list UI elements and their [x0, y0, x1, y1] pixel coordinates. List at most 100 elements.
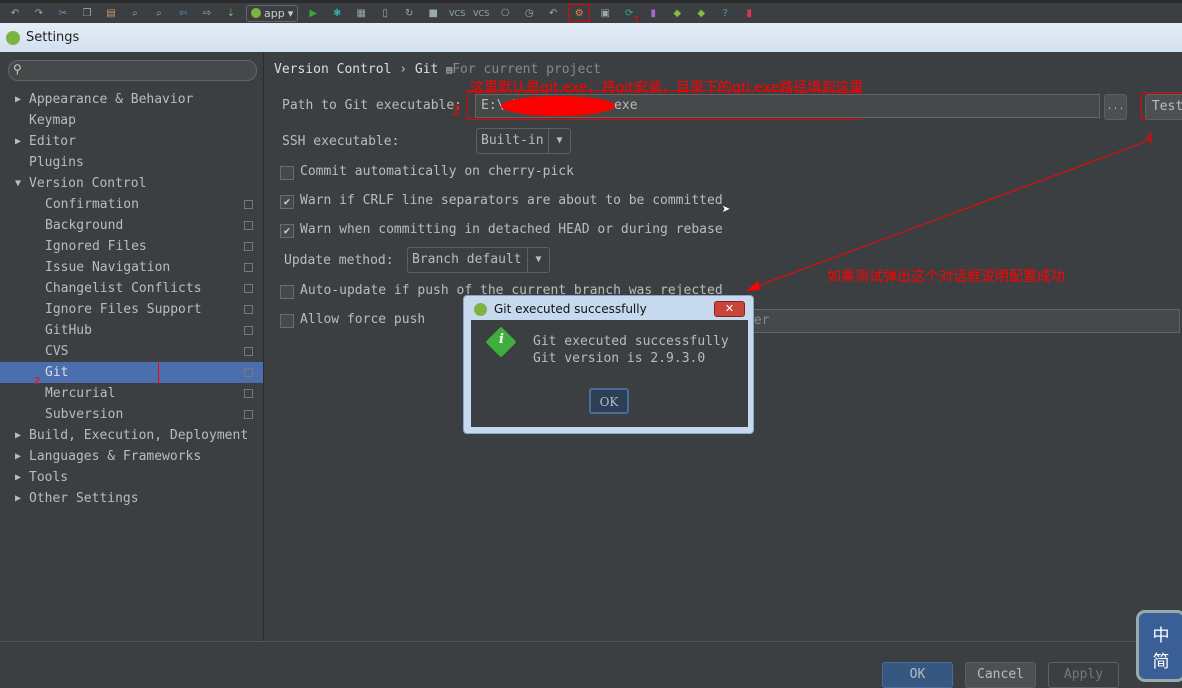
vcs-commit-icon[interactable]: VCS: [472, 5, 490, 21]
sidebar-item-confirmation[interactable]: Confirmation: [0, 194, 263, 215]
sidebar-item-languages-frameworks[interactable]: ▶ Languages & Frameworks: [0, 446, 263, 467]
run-config-select[interactable]: app ▾: [246, 4, 299, 22]
undo-icon[interactable]: ↶: [6, 5, 24, 21]
revert-icon[interactable]: ↶: [544, 5, 562, 21]
sidebar-item-subversion[interactable]: Subversion: [0, 404, 263, 425]
sidebar-item-ignored-files[interactable]: Ignored Files: [0, 236, 263, 257]
browse-button[interactable]: ...: [1104, 94, 1127, 120]
sidebar-item-other-settings[interactable]: ▶ Other Settings: [0, 488, 263, 509]
sidebar-item-label: Changelist Conflicts: [45, 281, 202, 296]
option-label: Allow force push: [300, 312, 426, 327]
sidebar-item-label: Subversion: [45, 407, 124, 422]
protected-branches-input[interactable]: ter: [740, 309, 1180, 333]
apply-button[interactable]: Apply: [1048, 662, 1119, 688]
success-annotation: 如果测试弹出这个对话框说明配置成功: [827, 269, 1065, 285]
ok-button[interactable]: OK: [882, 662, 953, 688]
dialog-close-button[interactable]: ✕: [714, 301, 745, 317]
sidebar-item-changelist-conflicts[interactable]: Changelist Conflicts: [0, 278, 263, 299]
sidebar-item-github[interactable]: GitHub: [0, 320, 263, 341]
settings-search-input[interactable]: ⚲: [8, 60, 257, 81]
sidebar-item-label: Languages & Frameworks: [29, 449, 202, 464]
sidebar-item-build-execution-deployment[interactable]: ▶ Build, Execution, Deployment: [0, 425, 263, 446]
checkbox[interactable]: ✔: [280, 224, 294, 238]
sidebar-item-keymap[interactable]: Keymap: [0, 110, 263, 131]
project-structure-icon[interactable]: ▣: [596, 5, 614, 21]
project-scope-icon: [244, 221, 253, 230]
settings-icon[interactable]: ⚙: [568, 4, 591, 22]
sidebar-item-label: CVS: [45, 344, 69, 359]
sidebar-item-issue-navigation[interactable]: Issue Navigation: [0, 257, 263, 278]
project-scope-icon: [244, 200, 253, 209]
coverage-icon[interactable]: ▦: [352, 5, 370, 21]
rerun-icon[interactable]: ↻: [400, 5, 418, 21]
breadcrumb: Version Control › Git ▤For current proje…: [274, 62, 601, 77]
checkbox[interactable]: [280, 285, 294, 299]
device-icon[interactable]: ▮: [740, 5, 758, 21]
chevron-right-icon: ▶: [15, 94, 22, 105]
annotation-2: 2: [34, 376, 41, 387]
vcs-compare-icon[interactable]: ⎔: [496, 5, 514, 21]
project-scope-icon: [244, 368, 253, 377]
mouse-cursor-icon: ➤: [722, 202, 731, 218]
ime-indicator[interactable]: 中简: [1136, 610, 1182, 682]
copy-icon[interactable]: ❐: [78, 5, 96, 21]
replace-icon[interactable]: ⌕: [150, 5, 168, 21]
update-method-select[interactable]: Branch default ▼: [407, 247, 550, 273]
help-icon[interactable]: ?: [716, 5, 734, 21]
project-scope-icon: [244, 410, 253, 419]
android-monitor-icon[interactable]: ◆: [692, 5, 710, 21]
breadcrumb-parent[interactable]: Version Control: [274, 62, 391, 77]
ssh-select[interactable]: Built-in ▼: [476, 128, 571, 154]
sidebar-item-ignore-files-support[interactable]: Ignore Files Support: [0, 299, 263, 320]
sidebar-item-label: Mercurial: [45, 386, 116, 401]
cut-icon[interactable]: ✂: [54, 5, 72, 21]
test-button[interactable]: Test: [1145, 94, 1182, 120]
debug-icon[interactable]: ✱: [328, 5, 346, 21]
run-icon[interactable]: ▶: [304, 5, 322, 21]
redaction-mark: [501, 96, 615, 116]
checkbox[interactable]: [280, 314, 294, 328]
checkbox[interactable]: ✔: [280, 195, 294, 209]
sidebar-item-label: Confirmation: [45, 197, 139, 212]
sdk-manager-icon[interactable]: ◆: [668, 5, 686, 21]
make-icon[interactable]: ⇣: [222, 5, 240, 21]
attach-icon[interactable]: ▯: [376, 5, 394, 21]
forward-icon[interactable]: ⇨: [198, 5, 216, 21]
sidebar-item-label: Git: [45, 365, 69, 380]
cancel-button[interactable]: Cancel: [965, 662, 1036, 688]
sidebar-item-appearance-behavior[interactable]: ▶ Appearance & Behavior: [0, 89, 263, 110]
sidebar-item-version-control[interactable]: ▼ Version Control: [0, 173, 263, 194]
sidebar-item-background[interactable]: Background: [0, 215, 263, 236]
sidebar-item-editor[interactable]: ▶ Editor: [0, 131, 263, 152]
back-icon[interactable]: ⇦: [174, 5, 192, 21]
sidebar-item-label: Issue Navigation: [45, 260, 171, 275]
project-scope-icon: [244, 284, 253, 293]
sidebar-item-cvs[interactable]: CVS: [0, 341, 263, 362]
vcs-update-icon[interactable]: VCS: [448, 5, 466, 21]
sidebar-item-label: Plugins: [29, 155, 84, 170]
sidebar-item-label: Appearance & Behavior: [29, 92, 194, 107]
stop-icon[interactable]: ■: [424, 5, 442, 21]
update-method-label: Update method:: [284, 253, 394, 268]
checkbox[interactable]: [280, 166, 294, 180]
dialog-ok-button[interactable]: OK: [589, 388, 629, 414]
git-success-dialog: Git executed successfully ✕ i Git execut…: [463, 295, 754, 434]
annotation-3: 3: [452, 104, 461, 119]
main-toolbar: ↶ ↷ ✂ ❐ ▤ ⌕ ⌕ ⇦ ⇨ ⇣ app ▾ ▶ ✱ ▦ ▯ ↻ ■ VCS…: [0, 0, 1182, 23]
chevron-down-icon: ▼: [548, 129, 570, 153]
find-icon[interactable]: ⌕: [126, 5, 144, 21]
sidebar-item-plugins[interactable]: Plugins: [0, 152, 263, 173]
chevron-right-icon: ▶: [15, 472, 22, 483]
window-title: Settings: [26, 30, 80, 45]
dialog-message-line1: Git executed successfully: [533, 334, 729, 349]
sidebar-item-label: Ignored Files: [45, 239, 147, 254]
history-icon[interactable]: ◷: [520, 5, 538, 21]
project-scope-icon: [244, 389, 253, 398]
chevron-down-icon: ▼: [15, 178, 22, 189]
redo-icon[interactable]: ↷: [30, 5, 48, 21]
sidebar-item-label: Tools: [29, 470, 69, 485]
avd-manager-icon[interactable]: ▮: [644, 5, 662, 21]
paste-icon[interactable]: ▤: [102, 5, 120, 21]
sidebar-item-label: Keymap: [29, 113, 76, 128]
sidebar-item-tools[interactable]: ▶ Tools: [0, 467, 263, 488]
